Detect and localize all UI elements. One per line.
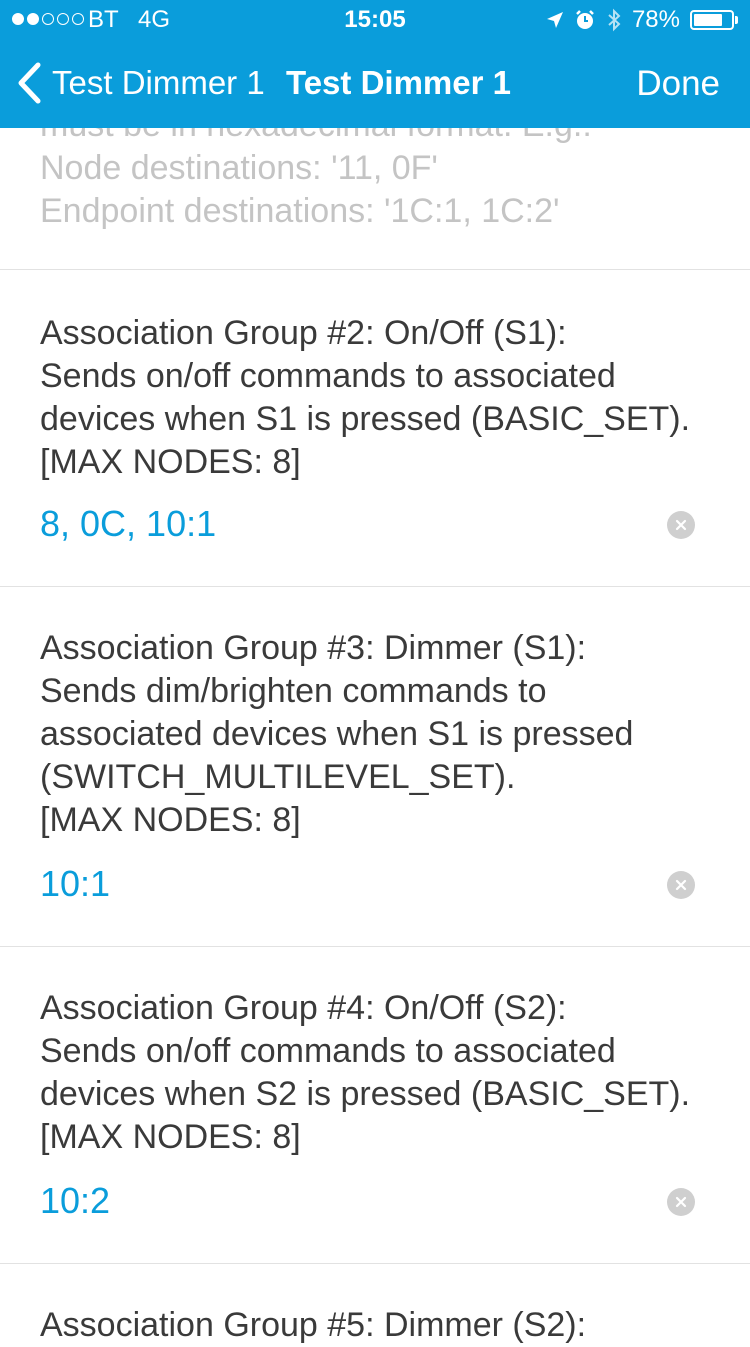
association-group-3-input[interactable]: 10:1 [40,863,110,905]
back-button[interactable]: Test Dimmer 1 [16,62,265,104]
clear-button[interactable] [667,1188,695,1216]
alarm-clock-icon [576,10,594,29]
clear-button[interactable] [667,871,695,899]
association-group-3-description: Association Group #3: Dimmer (S1): Sends… [40,629,634,839]
back-label: Test Dimmer 1 [52,64,265,101]
status-icons: 78% [546,6,738,34]
association-group-2-input[interactable]: 8, 0C, 10:1 [40,503,216,545]
clear-button[interactable] [667,511,695,539]
header: BT 4G 15:05 78% Test Dimmer 1 Test Dimme… [0,0,750,128]
clear-icon [675,519,687,531]
association-group-4-input[interactable]: 10:2 [40,1180,110,1222]
page-title: Test Dimmer 1 [286,64,511,101]
clear-icon [675,1196,687,1208]
association-group-5-cell: Association Group #5: Dimmer (S2): [0,1264,750,1344]
association-group-5-description: Association Group #5: Dimmer (S2): [40,1306,587,1344]
clear-icon [675,879,687,891]
status-bar: BT 4G 15:05 78% [0,0,750,40]
association-group-4-cell: Association Group #4: On/Off (S2): Sends… [0,947,750,1264]
navigation-bar: Test Dimmer 1 Test Dimmer 1 Done [0,40,750,128]
association-group-3-cell: Association Group #3: Dimmer (S1): Sends… [0,587,750,947]
battery-icon [690,10,738,30]
association-group-2-cell: Association Group #2: On/Off (S1): Sends… [0,270,750,587]
association-group-2-description: Association Group #2: On/Off (S1): Sends… [40,314,691,481]
chevron-left-icon [18,62,41,104]
battery-percent: 78% [631,6,680,33]
done-button[interactable]: Done [636,64,720,104]
location-arrow-icon [546,12,563,28]
bluetooth-icon [608,8,621,32]
association-group-4-description: Association Group #4: On/Off (S2): Sends… [40,989,691,1156]
